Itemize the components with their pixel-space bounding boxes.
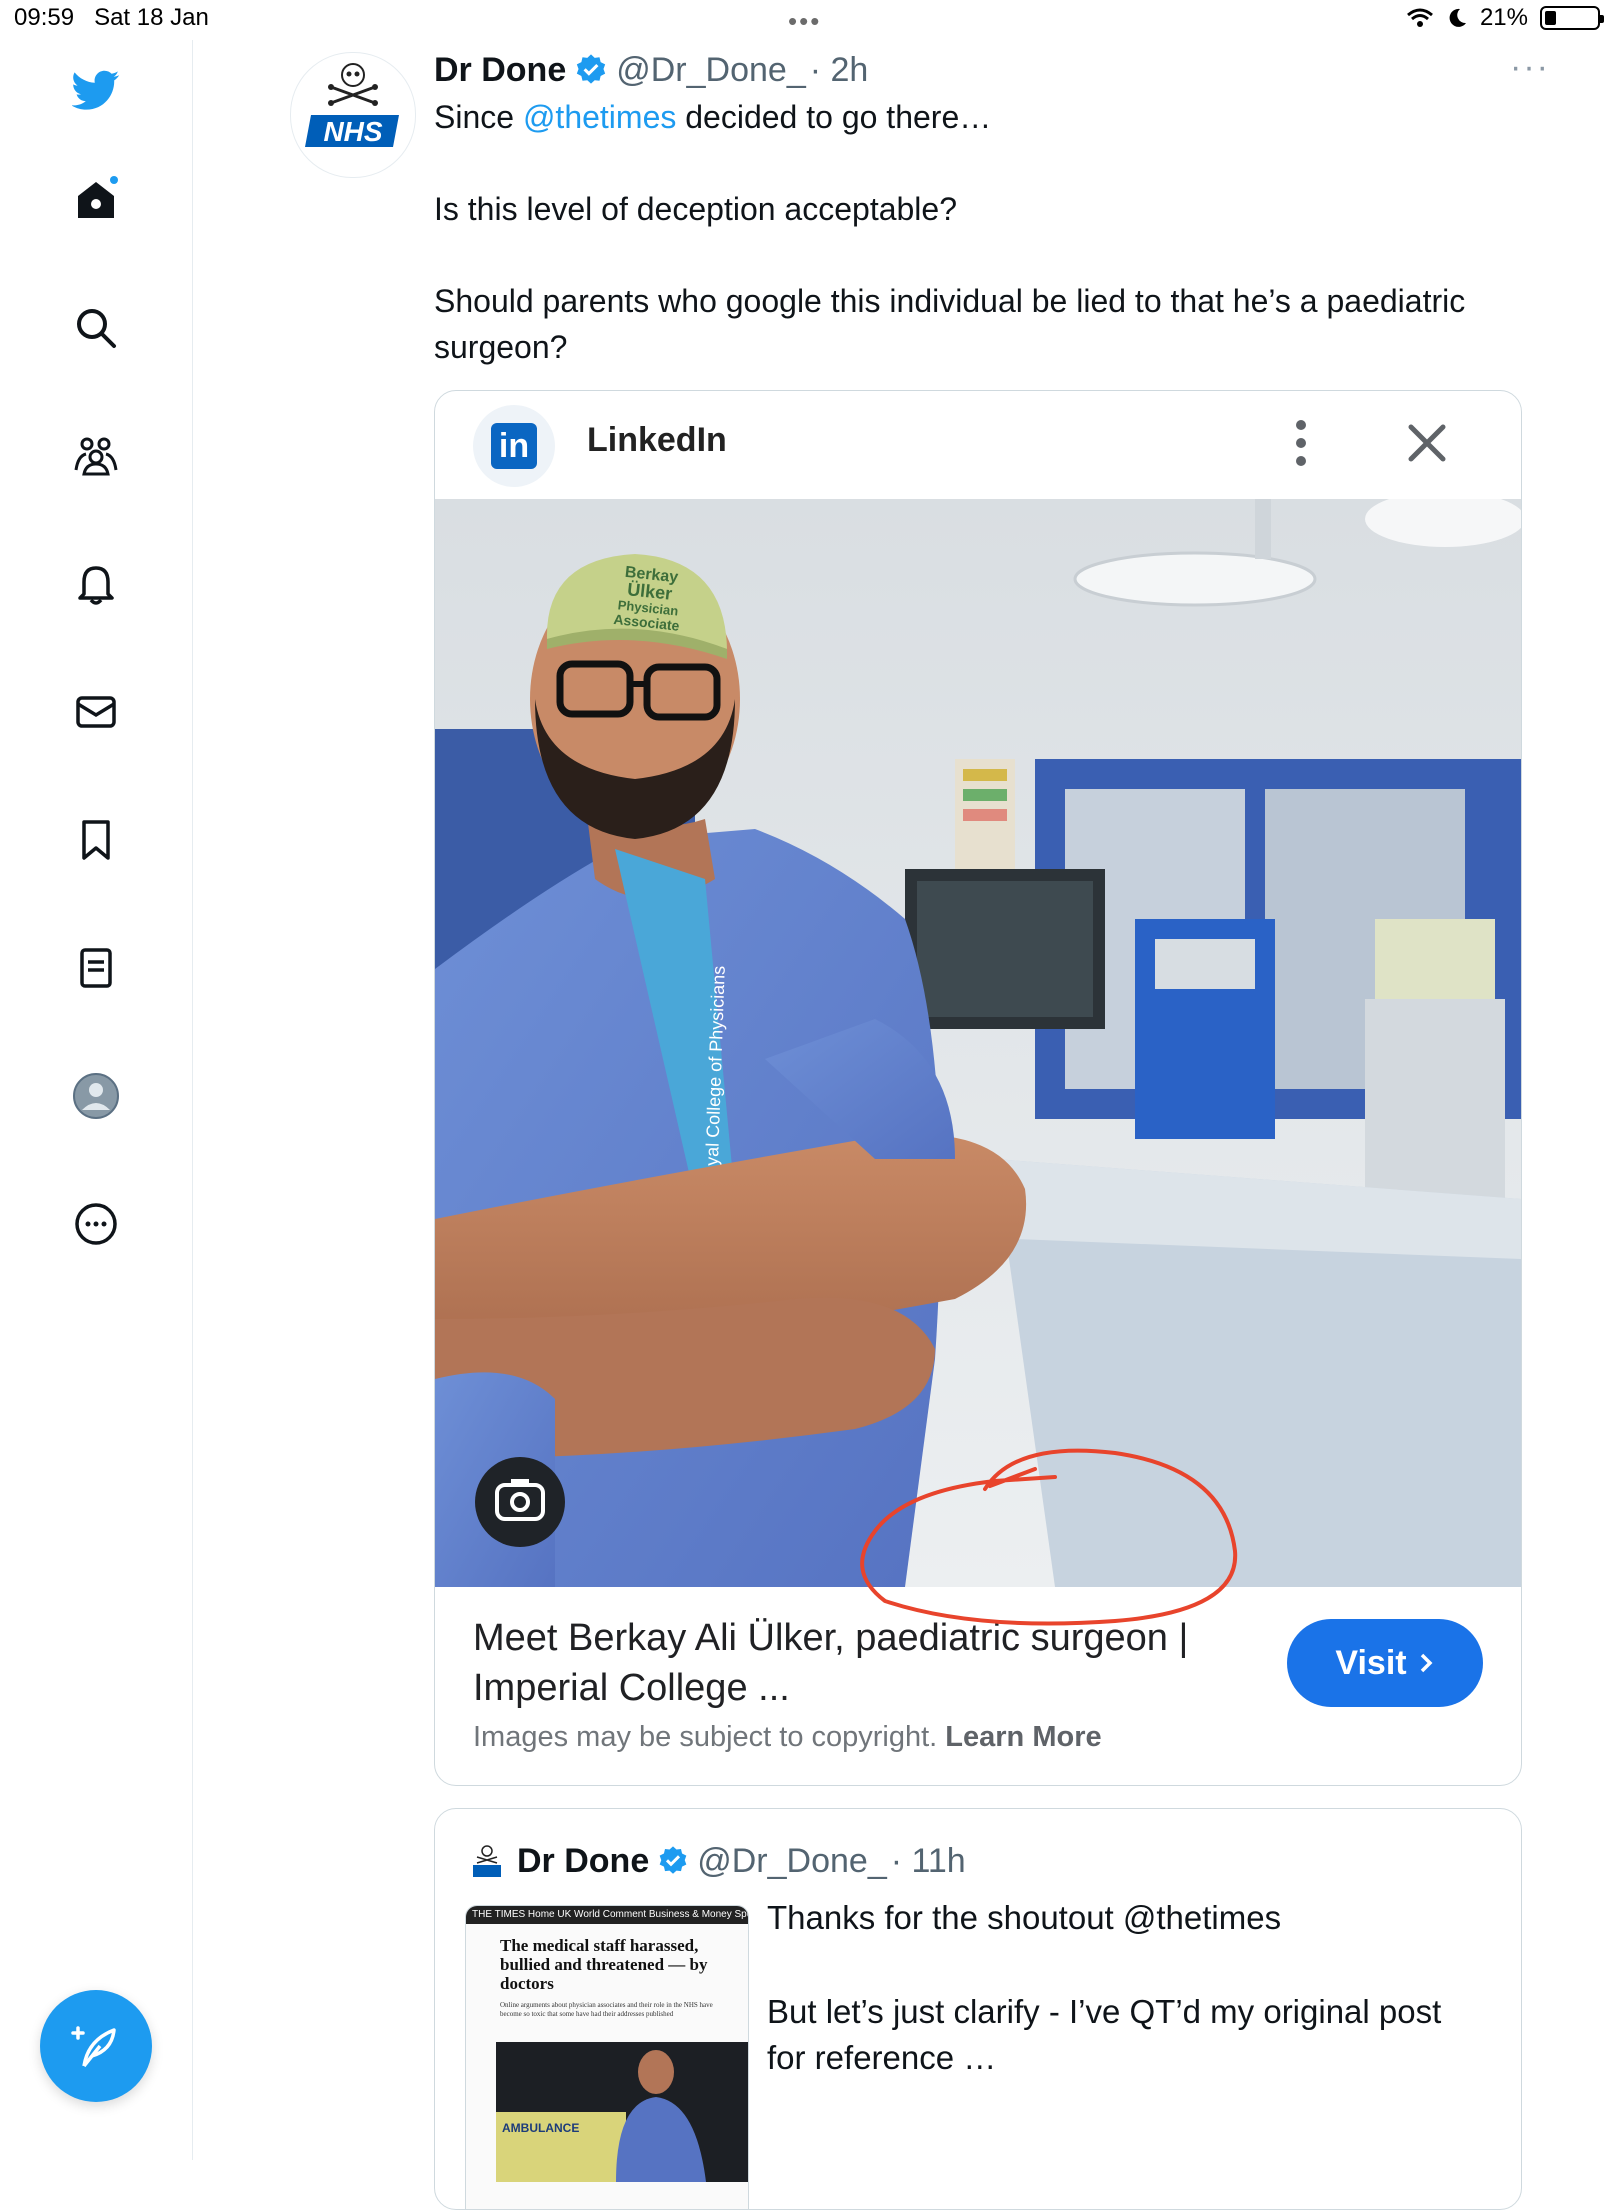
card-source-bar: in LinkedIn <box>435 391 1521 499</box>
mention-link[interactable]: @thetimes <box>523 99 676 135</box>
profile-photo: Royal College of Physicians Berkay Ülker… <box>435 499 1521 1587</box>
more-circle-icon[interactable] <box>66 1194 126 1254</box>
quoted-tweet-time: · 11h <box>890 1841 966 1880</box>
more-options-icon[interactable]: ··· <box>1510 48 1550 87</box>
status-time-date: 09:59 Sat 18 Jan <box>14 4 209 31</box>
sidebar-nav <box>0 40 193 2160</box>
wifi-icon <box>1406 8 1433 27</box>
mail-icon[interactable] <box>66 682 126 742</box>
bell-icon[interactable] <box>66 554 126 614</box>
svg-text:AMBULANCE: AMBULANCE <box>502 2121 579 2135</box>
verified-badge-icon <box>577 54 606 84</box>
tweet-text: Since @thetimes decided to go there… Is … <box>434 94 1484 416</box>
search-icon[interactable] <box>66 298 126 358</box>
attached-image-card[interactable]: in LinkedIn Royal College of Physicians … <box>434 390 1522 1786</box>
moon-icon <box>1449 8 1466 27</box>
author-avatar[interactable]: NHS <box>290 52 416 178</box>
battery-percent: 21% <box>1479 4 1528 31</box>
close-icon <box>1408 424 1446 462</box>
battery-icon <box>1540 6 1604 30</box>
verified-badge-icon <box>659 1846 687 1874</box>
tweet-paragraph: Should parents who google this individua… <box>434 283 1466 365</box>
copyright-note: Images may be subject to copyright. Lear… <box>473 1721 1102 1753</box>
linkedin-icon: in <box>473 405 555 487</box>
article-subhead: Online arguments about physician associa… <box>500 2001 713 2018</box>
red-annotation-circle <box>860 1448 1238 1626</box>
quoted-tweet-header: Dr Done @Dr_Done_ · 11h <box>469 1839 966 1883</box>
status-indicators: 21% <box>1406 4 1604 32</box>
home-icon[interactable] <box>66 170 126 230</box>
google-lens-icon <box>475 1457 565 1547</box>
quoted-author-name: Dr Done <box>517 1841 650 1880</box>
newspaper-masthead: THE TIMES Home UK World Comment Business… <box>466 1906 748 1924</box>
twitter-bird-icon[interactable] <box>66 60 126 120</box>
tweet-time[interactable]: · 2h <box>810 51 869 90</box>
chevron-right-icon <box>1420 1653 1433 1673</box>
bookmark-icon[interactable] <box>66 810 126 870</box>
kebab-menu-icon <box>1296 420 1306 466</box>
profile-icon[interactable] <box>66 1066 126 1126</box>
quoted-tweet-text: Thanks for the shoutout @thetimes But le… <box>767 1899 1442 2076</box>
tweet-header: Dr Done @Dr_Done_ · 2h <box>434 48 868 92</box>
quoted-article-thumbnail: THE TIMES Home UK World Comment Business… <box>465 1905 749 2209</box>
compose-button[interactable] <box>40 1990 152 2102</box>
svg-text:NHS: NHS <box>323 116 382 147</box>
visit-button[interactable]: Visit <box>1287 1619 1483 1707</box>
author-name[interactable]: Dr Done <box>434 51 566 90</box>
article-headline: The medical staff harassed, bullied and … <box>500 1936 708 1993</box>
communities-icon[interactable] <box>66 426 126 486</box>
lists-icon[interactable] <box>66 938 126 998</box>
tweet-paragraph: Is this level of deception acceptable? <box>434 191 957 227</box>
compose-feather-icon <box>71 2026 116 2068</box>
multitasking-dots-icon[interactable]: ••• <box>788 6 821 37</box>
author-handle[interactable]: @Dr_Done_ <box>616 51 806 90</box>
quoted-author-avatar <box>473 1845 501 1877</box>
quoted-author-handle: @Dr_Done_ <box>697 1841 887 1880</box>
card-source-name: LinkedIn <box>587 421 727 459</box>
status-bar: 09:59 Sat 18 Jan ••• 21% <box>0 0 1620 40</box>
learn-more-link[interactable]: Learn More <box>945 1721 1101 1753</box>
quoted-tweet[interactable]: Dr Done @Dr_Done_ · 11h THE TIMES Home U… <box>434 1808 1522 2210</box>
